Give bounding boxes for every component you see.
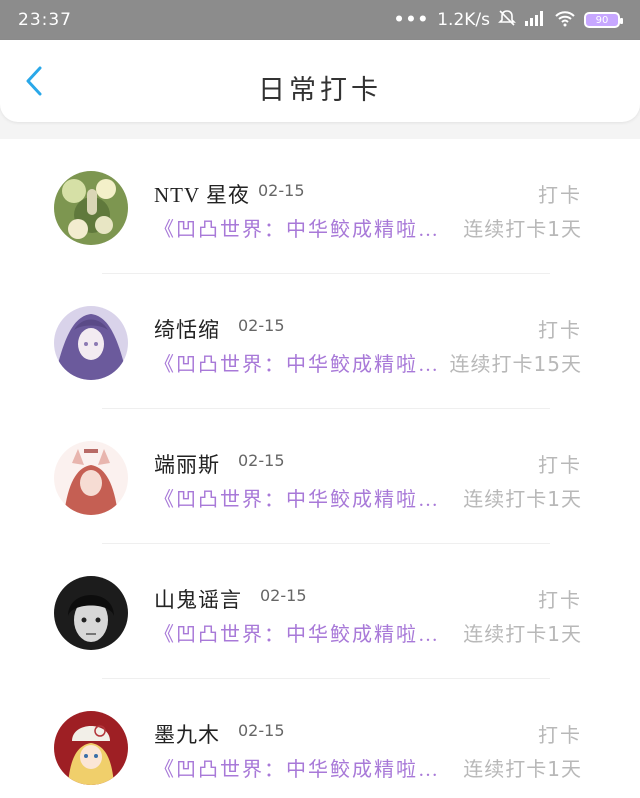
avatar[interactable] [54,306,128,380]
mute-bell-icon [498,9,516,31]
user-name: 绮恬缩 [154,318,220,342]
streak-count: 连续打卡1天 [463,217,582,241]
checkin-button[interactable]: 打卡 [538,449,582,478]
streak-count: 连续打卡15天 [449,352,582,376]
app-header: 日常打卡 [0,40,640,122]
avatar[interactable] [54,711,128,785]
date-label: 02-15 [238,721,285,740]
checkin-button[interactable]: 打卡 [538,314,582,343]
book-title[interactable]: 《凹凸世界：中华鲛成精啦… [154,348,446,377]
date-label: 02-15 [238,316,285,335]
list-item[interactable]: 端丽斯 02-15 打卡 《凹凸世界：中华鲛成精啦… 连续打卡1天 [0,409,640,544]
book-title[interactable]: 《凹凸世界：中华鲛成精啦… [154,483,446,512]
streak-count: 连续打卡1天 [463,487,582,511]
status-time: 23:37 [18,10,72,30]
user-name: NTV 星夜 [154,183,251,207]
battery-icon: 90 [584,12,623,28]
book-title[interactable]: 《凹凸世界：中华鲛成精啦… [154,213,446,242]
wifi-icon [554,9,576,31]
date-label: 02-15 [260,586,307,605]
list-item[interactable]: 绮恬缩 02-15 打卡 《凹凸世界：中华鲛成精啦… 连续打卡15天 [0,274,640,409]
list-item[interactable]: NTV 星夜 02-15 打卡 《凹凸世界：中华鲛成精啦… 连续打卡1天 [0,139,640,274]
network-speed: 1.2K/s [437,10,490,30]
streak-count: 连续打卡1天 [463,622,582,646]
user-name: 墨九木 [154,723,220,747]
date-label: 02-15 [238,451,285,470]
user-name: 山鬼谣言 [154,588,242,612]
checkin-list: NTV 星夜 02-15 打卡 《凹凸世界：中华鲛成精啦… 连续打卡1天 绮恬缩… [0,139,640,798]
avatar[interactable] [54,171,128,245]
list-item[interactable]: 山鬼谣言 02-15 打卡 《凹凸世界：中华鲛成精啦… 连续打卡1天 [0,544,640,679]
streak-count: 连续打卡1天 [463,757,582,781]
date-label: 02-15 [258,181,305,200]
checkin-button[interactable]: 打卡 [538,719,582,748]
avatar[interactable] [54,576,128,650]
checkin-button[interactable]: 打卡 [538,584,582,613]
book-title[interactable]: 《凹凸世界：中华鲛成精啦… [154,618,446,647]
user-name: 端丽斯 [154,453,220,477]
hd-signal-icon [524,9,546,31]
checkin-button[interactable]: 打卡 [538,179,582,208]
status-icons: ••• 1.2K/s 90 [393,9,623,31]
status-bar: 23:37 ••• 1.2K/s 90 [0,0,640,40]
list-item[interactable]: 墨九木 02-15 打卡 《凹凸世界：中华鲛成精啦… 连续打卡1天 [0,679,640,798]
more-dots-icon: ••• [393,10,430,30]
book-title[interactable]: 《凹凸世界：中华鲛成精啦… [154,753,446,782]
avatar[interactable] [54,441,128,515]
page-title: 日常打卡 [258,75,382,105]
